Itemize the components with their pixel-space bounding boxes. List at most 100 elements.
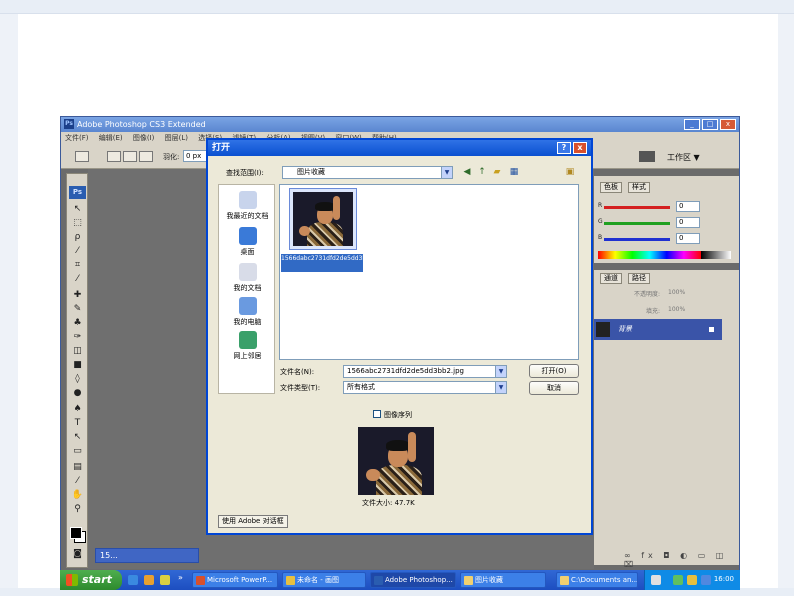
taskbar-button-photoshop[interactable]: Adobe Photoshop... [370, 572, 456, 588]
tray-app-icon[interactable] [701, 575, 711, 585]
gradient-tool-icon[interactable]: ■ [71, 360, 84, 371]
quicklaunch-desktop-icon[interactable] [160, 575, 170, 585]
slider-blue-value[interactable]: 0 [676, 233, 700, 244]
quicklaunch-media-icon[interactable] [144, 575, 154, 585]
quicklaunch-overflow-icon[interactable]: » [178, 573, 183, 582]
foreground-color-swatch[interactable] [70, 527, 82, 539]
crop-tool-icon[interactable]: ⌗ [71, 260, 84, 271]
minimized-document[interactable]: 15... [95, 548, 199, 563]
look-in-dropdown[interactable]: 图片收藏 ▼ [282, 166, 453, 179]
shape-tool-icon[interactable]: ▭ [71, 446, 84, 457]
filetype-dropdown[interactable]: 所有格式 ▼ [343, 381, 507, 394]
hand-tool-icon[interactable]: ✋ [71, 490, 84, 501]
new-folder-icon[interactable]: ▰ [491, 166, 503, 178]
maximize-button[interactable]: □ [702, 119, 718, 130]
type-tool-icon[interactable]: T [71, 418, 84, 429]
workspace-icon[interactable] [639, 151, 655, 162]
blur-tool-icon[interactable]: ◊ [71, 374, 84, 385]
marquee-tool-icon[interactable] [75, 151, 89, 162]
subtract-selection-icon[interactable] [139, 151, 153, 162]
brush-tool-icon[interactable]: ✎ [71, 304, 84, 315]
opacity-value[interactable]: 100% [668, 289, 685, 296]
slice-tool-icon[interactable]: ⁄ [71, 274, 84, 285]
file-item-thumbnail[interactable] [289, 188, 357, 250]
layers-panel-footer-icons[interactable]: ∞ fx ◘ ◐ ▭ ◫ ⌧ [624, 551, 739, 569]
file-list[interactable]: 1566dabc2731dfd2de5dd3bb2.jpg [279, 184, 579, 360]
start-button[interactable]: start [60, 570, 122, 590]
healing-brush-tool-icon[interactable]: ✚ [71, 290, 84, 301]
tab-swatches[interactable]: 色板 [600, 182, 622, 193]
place-my-computer[interactable]: 我的电脑 [219, 297, 276, 327]
place-recent[interactable]: 我最近的文档 [219, 191, 276, 221]
quicklaunch-ie-icon[interactable] [128, 575, 138, 585]
eraser-tool-icon[interactable]: ◫ [71, 346, 84, 357]
chevron-down-icon[interactable]: ▼ [441, 167, 452, 178]
chevron-down-icon[interactable]: ▼ [495, 382, 506, 393]
open-button[interactable]: 打开(O) [529, 364, 579, 378]
lasso-tool-icon[interactable]: ρ [71, 232, 84, 243]
new-selection-icon[interactable] [107, 151, 121, 162]
cancel-button[interactable]: 取消 [529, 381, 579, 395]
up-folder-icon[interactable]: ↑ [476, 166, 488, 178]
use-adobe-dialog-button[interactable]: 使用 Adobe 对话框 [218, 515, 288, 528]
menu-image[interactable]: 图像(I) [133, 134, 155, 142]
slider-red-bar[interactable] [604, 206, 670, 209]
image-sequence-label: 图像序列 [384, 411, 412, 419]
color-spectrum[interactable] [598, 251, 701, 259]
history-brush-tool-icon[interactable]: ✑ [71, 332, 84, 343]
folder-icon[interactable]: ▣ [564, 166, 576, 178]
quick-mask-icon[interactable]: ◙ [71, 549, 84, 560]
file-item-name[interactable]: 1566dabc2731dfd2de5dd3bb2.jpg [281, 254, 385, 272]
view-menu-icon[interactable]: ▦ [508, 166, 520, 178]
help-button[interactable]: ? [557, 142, 571, 154]
workspace-menu[interactable]: 工作区 ▼ [667, 152, 700, 163]
filename-input[interactable]: 1566abc2731dfd2de5dd3bb2.jpg ▼ [343, 365, 507, 378]
tab-paths[interactable]: 路径 [628, 273, 650, 284]
keyboard-icon[interactable] [651, 575, 661, 585]
filename-value: 1566abc2731dfd2de5dd3bb2.jpg [347, 367, 464, 375]
menu-edit[interactable]: 编辑(E) [99, 134, 123, 142]
image-sequence-checkbox[interactable] [373, 410, 381, 418]
tab-channels[interactable]: 通道 [600, 273, 622, 284]
clock[interactable]: 16:00 [714, 575, 734, 583]
slider-red-value[interactable]: 0 [676, 201, 700, 212]
zoom-tool-icon[interactable]: ⚲ [71, 504, 84, 515]
minimize-button[interactable]: _ [684, 119, 700, 130]
notes-tool-icon[interactable]: ▤ [71, 462, 84, 473]
slider-blue-bar[interactable] [604, 238, 670, 241]
chevron-down-icon[interactable]: ▼ [495, 366, 506, 377]
slider-green-bar[interactable] [604, 222, 670, 225]
marquee-tool-icon[interactable]: ⬚ [71, 218, 84, 229]
taskbar-button-paint[interactable]: 未命名 - 画图 [282, 572, 366, 588]
dodge-tool-icon[interactable]: ● [71, 388, 84, 399]
path-selection-tool-icon[interactable]: ↖ [71, 432, 84, 443]
move-tool-icon[interactable]: ↖ [71, 204, 84, 215]
menu-file[interactable]: 文件(F) [65, 134, 89, 142]
network-icon[interactable] [673, 575, 683, 585]
photoshop-icon [374, 576, 383, 585]
feather-input[interactable]: 0 px [183, 150, 207, 162]
magic-wand-tool-icon[interactable]: ⁄ [71, 246, 84, 257]
grayscale-ramp[interactable] [701, 251, 731, 259]
dialog-close-button[interactable]: x [573, 142, 587, 154]
place-desktop[interactable]: 桌面 [219, 227, 276, 257]
menu-layer[interactable]: 图层(L) [165, 134, 188, 142]
taskbar-button-picture-folder[interactable]: 图片收藏 [460, 572, 546, 588]
eyedropper-tool-icon[interactable]: ⁄ [71, 476, 84, 487]
volume-icon[interactable] [687, 575, 697, 585]
photoshop-titlebar[interactable]: Ps Adobe Photoshop CS3 Extended _ □ x [61, 117, 739, 132]
taskbar-button-documents[interactable]: C:\Documents an... [556, 572, 638, 588]
pen-tool-icon[interactable]: ♠ [71, 404, 84, 415]
place-network[interactable]: 网上邻居 [219, 331, 276, 361]
fill-value[interactable]: 100% [668, 306, 685, 313]
taskbar-button-powerpoint[interactable]: Microsoft PowerP... [192, 572, 278, 588]
add-selection-icon[interactable] [123, 151, 137, 162]
dialog-titlebar[interactable]: 打开 ? x [208, 140, 591, 156]
close-button[interactable]: x [720, 119, 736, 130]
place-my-documents[interactable]: 我的文档 [219, 263, 276, 293]
layer-row-background[interactable]: 背景 [594, 319, 722, 340]
stamp-tool-icon[interactable]: ♣ [71, 318, 84, 329]
back-icon[interactable]: ◀ [461, 166, 473, 178]
tab-styles[interactable]: 样式 [628, 182, 650, 193]
slider-green-value[interactable]: 0 [676, 217, 700, 228]
